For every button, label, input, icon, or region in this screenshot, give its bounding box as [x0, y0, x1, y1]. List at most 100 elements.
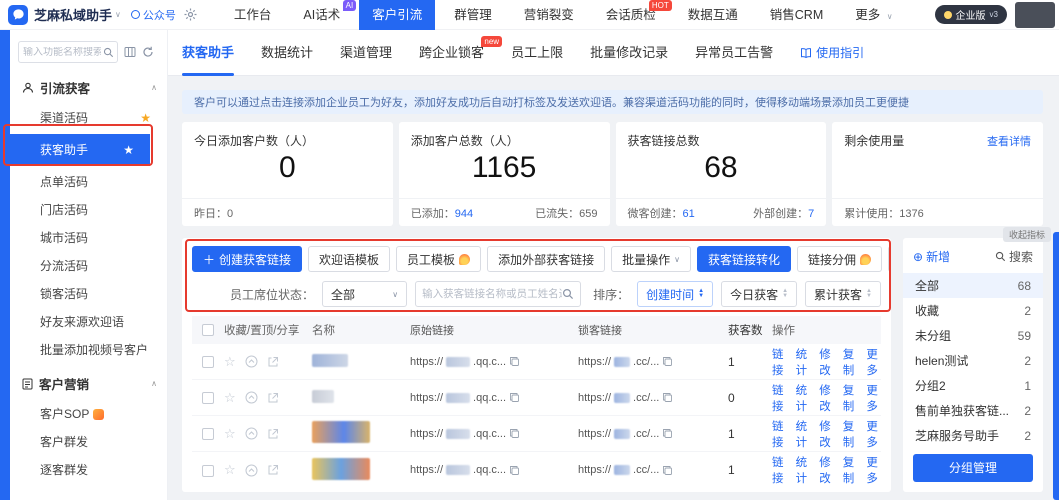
- avatar[interactable]: [1015, 2, 1055, 28]
- action-copy[interactable]: 复制: [843, 454, 858, 486]
- nav-chat-inspection[interactable]: 会话质检HOT: [593, 0, 669, 30]
- view-details-link[interactable]: 查看详情: [987, 133, 1031, 149]
- chevron-up-icon[interactable]: ∧: [151, 83, 157, 92]
- share-icon[interactable]: [267, 464, 279, 476]
- copy-icon[interactable]: [509, 465, 520, 476]
- sidebar-item-store-qr[interactable]: 门店活码: [10, 196, 167, 224]
- sidebar-section-acquisition[interactable]: 引流获客 ∧: [10, 68, 167, 104]
- group-item-group2[interactable]: 分组21: [903, 373, 1043, 398]
- action-stats[interactable]: 统计: [796, 454, 811, 486]
- copy-icon[interactable]: [662, 465, 673, 476]
- sidebar-item-customer-sop[interactable]: 客户SOP: [10, 400, 167, 428]
- favorite-star-icon[interactable]: ★: [140, 104, 151, 132]
- share-icon[interactable]: [267, 356, 279, 368]
- nav-customer-acquisition[interactable]: 客户引流: [359, 0, 435, 30]
- nav-marketing-fission[interactable]: 营销裂变: [511, 0, 587, 30]
- group-search-button[interactable]: 搜索: [995, 248, 1033, 265]
- tab-staff-limit[interactable]: 员工上限: [511, 30, 563, 76]
- sort-today-acquired[interactable]: 今日获客▲▼: [721, 281, 797, 307]
- group-item-service-assistant[interactable]: 芝麻服务号助手2: [903, 423, 1043, 448]
- favorite-star-icon[interactable]: ☆: [224, 354, 236, 370]
- favorite-star-icon[interactable]: ★: [123, 134, 134, 166]
- copy-icon[interactable]: [509, 392, 520, 403]
- action-link[interactable]: 链接: [772, 382, 787, 414]
- weike-created-link[interactable]: 61: [683, 208, 695, 220]
- sidebar-item-split-qr[interactable]: 分流活码: [10, 252, 167, 280]
- tab-channel-management[interactable]: 渠道管理: [340, 30, 392, 76]
- tab-cross-enterprise-lock[interactable]: 跨企业锁客new: [419, 30, 484, 76]
- action-edit[interactable]: 修改: [819, 454, 834, 486]
- pin-top-icon[interactable]: [245, 391, 258, 404]
- sidebar-item-acquisition-assistant[interactable]: 获客助手★: [10, 134, 150, 166]
- welcome-template-button[interactable]: 欢迎语模板: [308, 246, 390, 272]
- group-item-ungrouped[interactable]: 未分组59: [903, 323, 1043, 348]
- search-icon[interactable]: [103, 47, 114, 58]
- staff-template-button[interactable]: 员工模板: [396, 246, 481, 272]
- action-more[interactable]: 更多: [866, 454, 881, 486]
- group-item-helen-test[interactable]: helen测试2: [903, 348, 1043, 373]
- copy-icon[interactable]: [662, 392, 673, 403]
- group-manage-button[interactable]: 分组管理: [913, 454, 1033, 482]
- sidebar-item-order-qr[interactable]: 点单活码: [10, 168, 167, 196]
- row-checkbox[interactable]: [202, 392, 214, 404]
- favorite-star-icon[interactable]: ☆: [224, 426, 236, 442]
- sort-total-acquired[interactable]: 累计获客▲▼: [805, 281, 881, 307]
- share-icon[interactable]: [267, 428, 279, 440]
- create-link-button[interactable]: ＋创建获客链接: [192, 246, 302, 272]
- row-checkbox[interactable]: [202, 465, 214, 477]
- pin-top-icon[interactable]: [245, 355, 258, 368]
- nav-data-interchange[interactable]: 数据互通: [675, 0, 751, 30]
- select-all-checkbox[interactable]: [202, 324, 214, 336]
- tab-acquisition-assistant[interactable]: 获客助手: [182, 30, 234, 76]
- added-count-link[interactable]: 944: [455, 208, 473, 220]
- chevron-up-icon[interactable]: ∧: [151, 379, 157, 388]
- action-edit[interactable]: 修改: [819, 418, 834, 450]
- copy-icon[interactable]: [509, 356, 520, 367]
- action-copy[interactable]: 复制: [843, 382, 858, 414]
- pin-top-icon[interactable]: [245, 464, 258, 477]
- tab-batch-modify-records[interactable]: 批量修改记录: [590, 30, 668, 76]
- share-icon[interactable]: [267, 392, 279, 404]
- action-stats[interactable]: 统计: [796, 346, 811, 378]
- official-account-link[interactable]: 公众号: [131, 7, 176, 23]
- row-checkbox[interactable]: [202, 356, 214, 368]
- batch-actions-button[interactable]: 批量操作∨: [611, 246, 691, 272]
- sidebar-search-input[interactable]: [23, 47, 101, 58]
- nav-ai-script[interactable]: AI话术AI: [290, 0, 353, 30]
- group-item-presale[interactable]: 售前单独获客链...2: [903, 398, 1043, 423]
- app-title-caret-icon[interactable]: ∨: [115, 10, 121, 19]
- sidebar-item-per-customer-broadcast[interactable]: 逐客群发: [10, 456, 167, 484]
- floating-sidebar-handle[interactable]: [1053, 232, 1059, 500]
- sidebar-section-marketing[interactable]: 客户营销 ∧: [10, 364, 167, 400]
- action-edit[interactable]: 修改: [819, 382, 834, 414]
- refresh-icon[interactable]: [142, 46, 154, 58]
- seat-status-select[interactable]: 全部∨: [322, 281, 407, 307]
- favorite-star-icon[interactable]: ☆: [224, 462, 236, 478]
- tab-abnormal-staff-alert[interactable]: 异常员工告警: [695, 30, 773, 76]
- add-external-link-button[interactable]: 添加外部获客链接: [487, 246, 605, 272]
- action-stats[interactable]: 统计: [796, 382, 811, 414]
- collapse-metrics-tag[interactable]: 收起指标: [1003, 227, 1051, 242]
- link-search-input[interactable]: [422, 288, 562, 300]
- group-item-favorites[interactable]: 收藏2: [903, 298, 1043, 323]
- pin-top-icon[interactable]: [245, 427, 258, 440]
- action-link[interactable]: 链接: [772, 454, 787, 486]
- row-checkbox[interactable]: [202, 428, 214, 440]
- copy-icon[interactable]: [509, 428, 520, 439]
- copy-icon[interactable]: [662, 356, 673, 367]
- sidebar-item-city-qr[interactable]: 城市活码: [10, 224, 167, 252]
- sidebar-item-friend-source-welcome[interactable]: 好友来源欢迎语: [10, 308, 167, 336]
- share-metric-button[interactable]: 分享指标: [888, 246, 891, 272]
- action-edit[interactable]: 修改: [819, 346, 834, 378]
- nav-sales-crm[interactable]: 销售CRM: [757, 0, 836, 30]
- link-conversion-button[interactable]: 获客链接转化: [697, 246, 791, 272]
- favorite-star-icon[interactable]: ☆: [224, 390, 236, 406]
- sidebar-item-channel-qr[interactable]: 渠道活码★: [10, 104, 167, 132]
- layout-columns-icon[interactable]: [124, 46, 136, 58]
- action-stats[interactable]: 统计: [796, 418, 811, 450]
- nav-more[interactable]: 更多 ∨: [842, 0, 905, 30]
- nav-group-management[interactable]: 群管理: [441, 0, 505, 30]
- sidebar-item-lock-qr[interactable]: 锁客活码: [10, 280, 167, 308]
- tab-data-statistics[interactable]: 数据统计: [261, 30, 313, 76]
- sort-create-time[interactable]: 创建时间▲▼: [637, 281, 713, 307]
